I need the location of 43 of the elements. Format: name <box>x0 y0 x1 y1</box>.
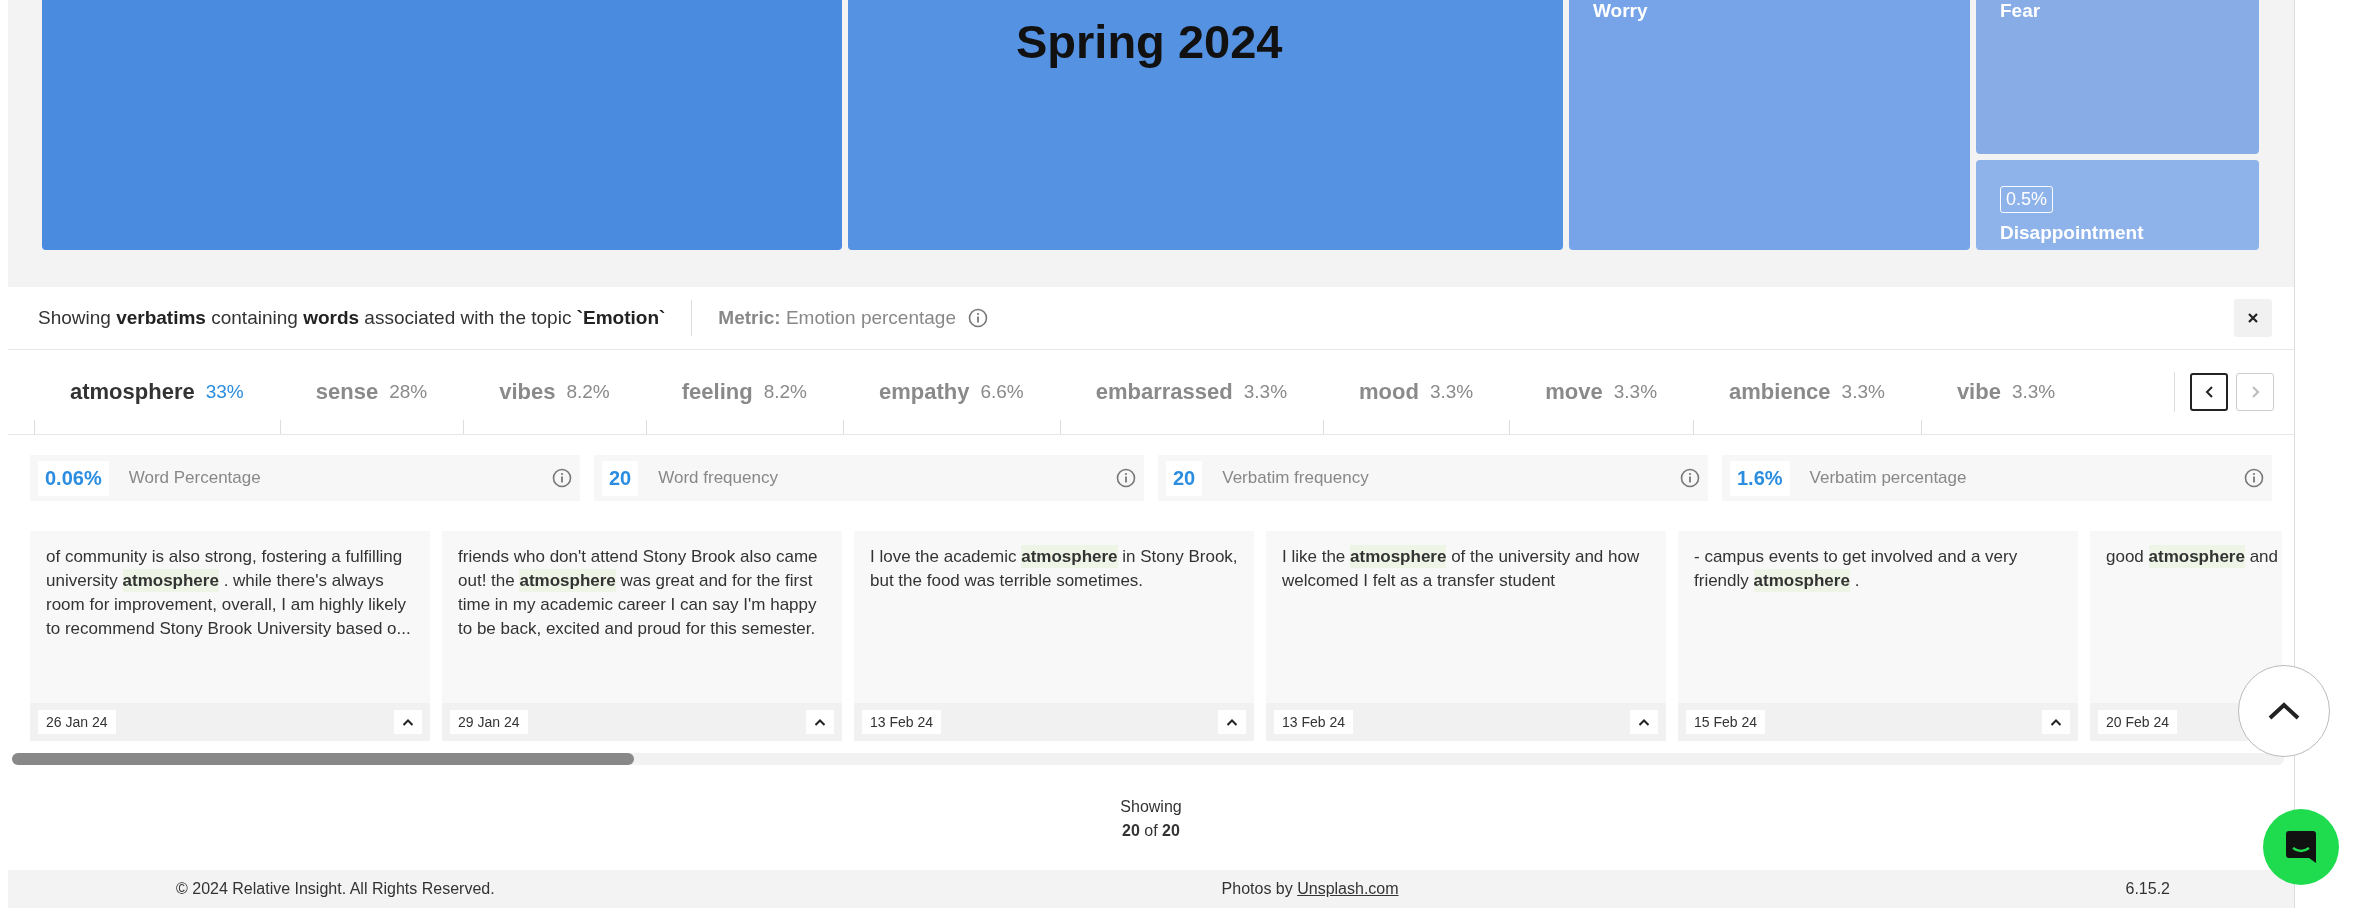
copyright-text: © 2024 Relative Insight. All Rights Reserved. <box>176 880 495 898</box>
date-label: 13 Feb 24 <box>1274 710 1354 734</box>
tile-label: Worry <box>1593 1 1648 20</box>
percent-badge: 0.5% <box>2000 186 2054 213</box>
date-label: 20 Feb 24 <box>2098 710 2178 734</box>
verbatim-text: - campus events to get involved and a very friendly atmosphere . <box>1693 546 2019 594</box>
showing-label: Showing <box>1119 797 1183 817</box>
description-text: Showing verbatims containing words associated with the topic `Emotion` <box>38 300 693 336</box>
verbatim-text: friends who don't attend Stony Brook also came out! the atmosphere was great and for the first time in my academic career I can say I'm happy to be back, excited and proud for this semester. <box>457 546 819 640</box>
metric-value: 20 <box>602 460 639 496</box>
word-tab[interactable]: vibe 3.3% <box>1920 350 2092 434</box>
verbatim-text: good atmosphere and <box>2105 544 2279 570</box>
date-label: 15 Feb 24 <box>1686 710 1766 734</box>
word-tab[interactable]: feeling 8.2% <box>645 350 843 434</box>
verbatim-text: I love the academic atmosphere in Stony Brook, but the food was terrible sometimes. <box>869 544 1239 592</box>
word-tab[interactable]: vibes 8.2% <box>463 350 646 434</box>
word-tab[interactable]: empathy 6.6% <box>842 350 1060 434</box>
word-tab[interactable]: ambience 3.3% <box>1693 350 1921 434</box>
tile-label: Disappointment <box>2000 223 2145 242</box>
metric-name: Verbatim frequency <box>1222 468 1369 488</box>
verbatim-text: of community is also strong, fostering a fulfilling university atmosphere . while there's always room for improvement, overall, I am highly likely to recommend Stony Brook University based o... <box>45 546 412 640</box>
word-tab[interactable]: embarrassed 3.3% <box>1059 350 1324 434</box>
chart-title: Spring 2024 <box>1016 14 1283 69</box>
metric-name: Word frequency <box>658 468 778 488</box>
photo-credit: Photos by Unsplash.com <box>1221 880 1399 898</box>
verbatim-text: I like the atmosphere of the university and how welcomed I felt as a transfer student <box>1281 544 1641 592</box>
word-tab[interactable]: sense 28% <box>279 350 464 434</box>
word-tab[interactable]: move 3.3% <box>1509 350 1694 434</box>
word-tab[interactable]: atmosphere 33% <box>34 350 280 434</box>
version-text: 6.15.2 <box>2125 880 2170 898</box>
tile-label: Fear <box>2000 1 2041 20</box>
showing-count: 20 of 20 <box>1121 821 1181 841</box>
word-tab[interactable]: mood 3.3% <box>1323 350 1510 434</box>
metric-value: 20 <box>1166 460 1203 496</box>
metric-value: 0.06% <box>38 460 109 496</box>
metric-name: Word Percentage <box>128 468 261 488</box>
date-label: 29 Jan 24 <box>450 710 528 734</box>
metric-label: Metric: Emotion percentage <box>718 307 956 329</box>
metric-value: 1.6% <box>1730 460 1790 496</box>
date-label: 13 Feb 24 <box>862 710 942 734</box>
metric-name: Verbatim percentage <box>1809 468 1967 488</box>
date-label: 26 Jan 24 <box>38 710 116 734</box>
unsplash-link[interactable]: Unsplash.com <box>1297 880 1399 897</box>
